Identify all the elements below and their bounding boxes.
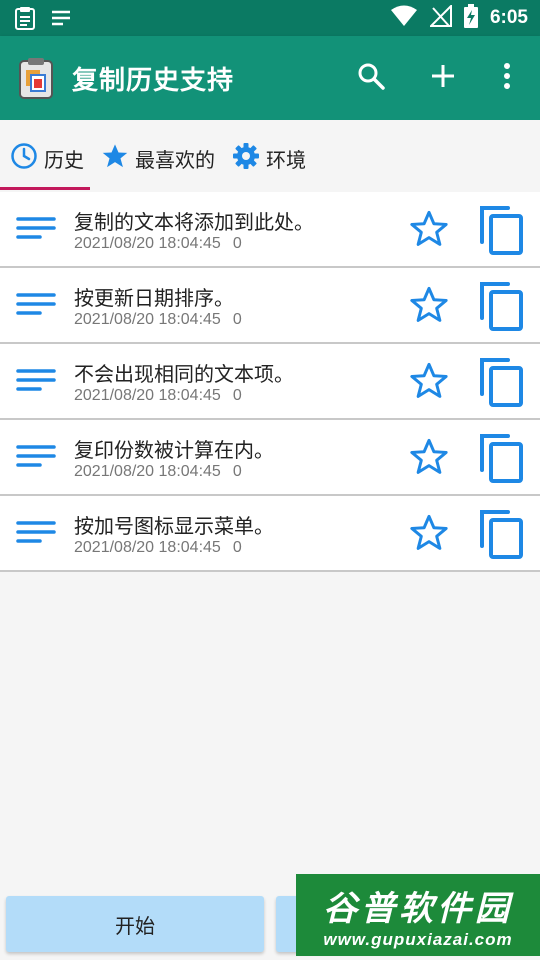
item-count: 0 <box>232 463 242 480</box>
status-time: 6:05 <box>489 7 528 28</box>
item-count: 0 <box>232 311 242 328</box>
item-text: 复制的文本将添加到此处。 <box>74 210 314 234</box>
item-text: 按加号图标显示菜单。 <box>74 514 274 538</box>
copy-icon <box>478 434 526 488</box>
list-item[interactable]: 不会出现相同的文本项。 2021/08/20 18:04:45 0 <box>0 344 540 420</box>
search-button[interactable] <box>353 60 389 96</box>
item-count: 0 <box>232 235 242 252</box>
text-lines-icon <box>16 216 56 248</box>
history-list: 复制的文本将添加到此处。 2021/08/20 18:04:45 0 按更新日期排… <box>0 192 540 572</box>
item-text: 复印份数被计算在内。 <box>74 438 274 462</box>
notes-notification-icon <box>50 9 72 31</box>
search-icon <box>357 62 385 94</box>
text-lines-icon <box>16 292 56 324</box>
watermark-url: www.gupuxiazai.com <box>323 929 513 949</box>
battery-charging-icon <box>463 4 478 32</box>
item-text: 不会出现相同的文本项。 <box>74 362 294 386</box>
item-meta: 2021/08/20 18:04:45 0 <box>74 235 242 253</box>
star-outline-icon <box>408 286 450 330</box>
copy-button[interactable] <box>478 204 526 256</box>
favorite-button[interactable] <box>408 360 450 402</box>
item-date: 2021/08/20 18:04:45 <box>74 539 221 556</box>
item-date: 2021/08/20 18:04:45 <box>74 387 221 404</box>
tab-label: 最喜欢的 <box>135 148 215 172</box>
item-date: 2021/08/20 18:04:45 <box>74 311 221 328</box>
no-signal-icon <box>428 3 452 31</box>
wifi-icon <box>390 5 418 31</box>
item-meta: 2021/08/20 18:04:45 0 <box>74 539 242 557</box>
star-outline-icon <box>408 362 450 406</box>
item-date: 2021/08/20 18:04:45 <box>74 235 221 252</box>
item-count: 0 <box>232 387 242 404</box>
item-date: 2021/08/20 18:04:45 <box>74 463 221 480</box>
tab-bar: 历史 最喜欢的 环境 <box>0 120 540 192</box>
text-lines-icon <box>16 444 56 476</box>
start-button[interactable]: 开始 <box>6 896 264 952</box>
list-item[interactable]: 复印份数被计算在内。 2021/08/20 18:04:45 0 <box>0 420 540 496</box>
item-meta: 2021/08/20 18:04:45 0 <box>74 387 242 405</box>
watermark-logo: 谷普软件园 www.gupuxiazai.com <box>296 874 540 956</box>
clipboard-notification-icon <box>14 6 36 34</box>
text-lines-icon <box>16 520 56 552</box>
favorite-button[interactable] <box>408 512 450 554</box>
favorite-button[interactable] <box>408 208 450 250</box>
add-button[interactable] <box>425 60 461 96</box>
item-meta: 2021/08/20 18:04:45 0 <box>74 463 242 481</box>
item-text: 按更新日期排序。 <box>74 286 234 310</box>
more-vert-icon <box>503 62 511 94</box>
favorite-button[interactable] <box>408 436 450 478</box>
tab-history[interactable]: 历史 <box>10 142 84 175</box>
tab-settings[interactable]: 环境 <box>232 142 306 175</box>
star-outline-icon <box>408 514 450 558</box>
star-filled-icon <box>101 142 129 175</box>
copy-icon <box>478 282 526 336</box>
copy-icon <box>478 358 526 412</box>
favorite-button[interactable] <box>408 284 450 326</box>
star-outline-icon <box>408 210 450 254</box>
copy-icon <box>478 510 526 564</box>
list-item[interactable]: 复制的文本将添加到此处。 2021/08/20 18:04:45 0 <box>0 192 540 268</box>
copy-button[interactable] <box>478 280 526 332</box>
item-meta: 2021/08/20 18:04:45 0 <box>74 311 242 329</box>
app-title: 复制历史支持 <box>72 66 235 96</box>
copy-button[interactable] <box>478 432 526 484</box>
overflow-menu-button[interactable] <box>489 60 525 96</box>
tab-label: 环境 <box>266 148 306 172</box>
copy-button[interactable] <box>478 356 526 408</box>
status-bar: 6:05 <box>0 0 540 36</box>
clock-icon <box>10 142 38 175</box>
item-count: 0 <box>232 539 242 556</box>
list-item[interactable]: 按更新日期排序。 2021/08/20 18:04:45 0 <box>0 268 540 344</box>
app-logo-icon <box>18 57 54 99</box>
tab-favorites[interactable]: 最喜欢的 <box>101 142 215 175</box>
copy-icon <box>478 206 526 260</box>
star-outline-icon <box>408 438 450 482</box>
tab-label: 历史 <box>44 148 84 172</box>
copy-button[interactable] <box>478 508 526 560</box>
watermark-main-text: 谷普软件园 <box>323 888 513 929</box>
tab-indicator <box>0 187 90 190</box>
text-lines-icon <box>16 368 56 400</box>
list-item[interactable]: 按加号图标显示菜单。 2021/08/20 18:04:45 0 <box>0 496 540 572</box>
gear-icon <box>232 142 260 175</box>
app-bar: 复制历史支持 <box>0 36 540 120</box>
plus-icon <box>430 63 456 93</box>
